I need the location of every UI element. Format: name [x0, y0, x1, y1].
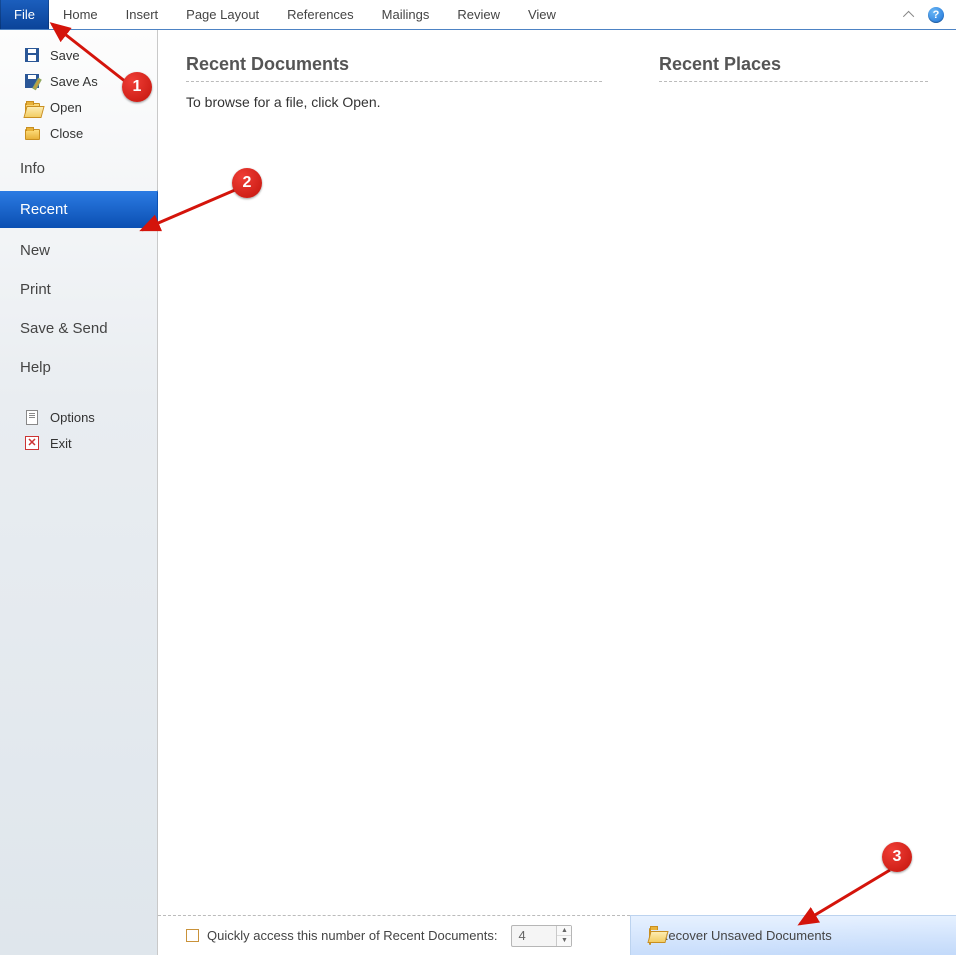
sidebar-item-label: Save As	[50, 74, 98, 89]
tab-mailings[interactable]: Mailings	[368, 0, 444, 29]
sidebar-exit[interactable]: ✕ Exit	[0, 430, 157, 456]
sidebar-item-label: Open	[50, 100, 82, 115]
divider	[659, 81, 928, 82]
sidebar-section-recent[interactable]: Recent	[0, 191, 157, 228]
tab-file[interactable]: File	[0, 0, 49, 29]
tab-view[interactable]: View	[514, 0, 570, 29]
sidebar-item-label: Close	[50, 126, 83, 141]
quick-access-count-stepper[interactable]: ▲ ▼	[511, 925, 572, 947]
close-icon	[24, 125, 40, 141]
sidebar-item-label: Exit	[50, 436, 72, 451]
sidebar-section-save-send[interactable]: Save & Send	[0, 312, 157, 345]
backstage-footer: Quickly access this number of Recent Doc…	[158, 915, 956, 955]
sidebar-section-new[interactable]: New	[0, 234, 157, 267]
recent-documents-heading: Recent Documents	[186, 54, 602, 75]
collapse-ribbon-button[interactable]	[900, 5, 920, 25]
backstage-content: Recent Documents To browse for a file, c…	[158, 30, 956, 955]
recover-unsaved-button[interactable]: Recover Unsaved Documents	[630, 915, 956, 955]
tab-home[interactable]: Home	[49, 0, 112, 29]
quick-access-count-input[interactable]	[512, 926, 556, 946]
recent-places-heading: Recent Places	[659, 54, 928, 75]
help-button[interactable]: ?	[926, 5, 946, 25]
recover-unsaved-label: Recover Unsaved Documents	[659, 928, 832, 943]
recent-documents-hint: To browse for a file, click Open.	[186, 94, 602, 110]
sidebar-close[interactable]: Close	[0, 120, 157, 146]
sidebar-section-info[interactable]: Info	[0, 152, 157, 185]
tab-review[interactable]: Review	[443, 0, 514, 29]
divider	[186, 81, 602, 82]
sidebar-options[interactable]: Options	[0, 404, 157, 430]
stepper-up-button[interactable]: ▲	[557, 926, 571, 936]
exit-icon: ✕	[24, 435, 40, 451]
sidebar-section-help[interactable]: Help	[0, 351, 157, 384]
folder-open-icon	[649, 928, 651, 943]
save-as-icon	[24, 73, 40, 89]
quick-access-checkbox[interactable]	[186, 929, 199, 942]
tab-page-layout[interactable]: Page Layout	[172, 0, 273, 29]
sidebar-save-as[interactable]: Save As	[0, 68, 157, 94]
sidebar-section-print[interactable]: Print	[0, 273, 157, 306]
help-icon: ?	[928, 7, 944, 23]
recent-documents-column: Recent Documents To browse for a file, c…	[158, 30, 630, 955]
recent-places-column: Recent Places	[630, 30, 956, 955]
tab-insert[interactable]: Insert	[112, 0, 173, 29]
sidebar-item-label: Options	[50, 410, 95, 425]
quick-access-label: Quickly access this number of Recent Doc…	[207, 928, 497, 943]
ribbon-tabs: File Home Insert Page Layout References …	[0, 0, 956, 30]
tab-references[interactable]: References	[273, 0, 367, 29]
sidebar-item-label: Save	[50, 48, 80, 63]
sidebar-save[interactable]: Save	[0, 42, 157, 68]
save-icon	[24, 47, 40, 63]
options-icon	[24, 409, 40, 425]
chevron-up-icon	[903, 10, 914, 21]
sidebar-open[interactable]: Open	[0, 94, 157, 120]
open-icon	[24, 99, 40, 115]
stepper-down-button[interactable]: ▼	[557, 936, 571, 946]
backstage-sidebar: Save Save As Open Close Info Recent New …	[0, 30, 158, 955]
